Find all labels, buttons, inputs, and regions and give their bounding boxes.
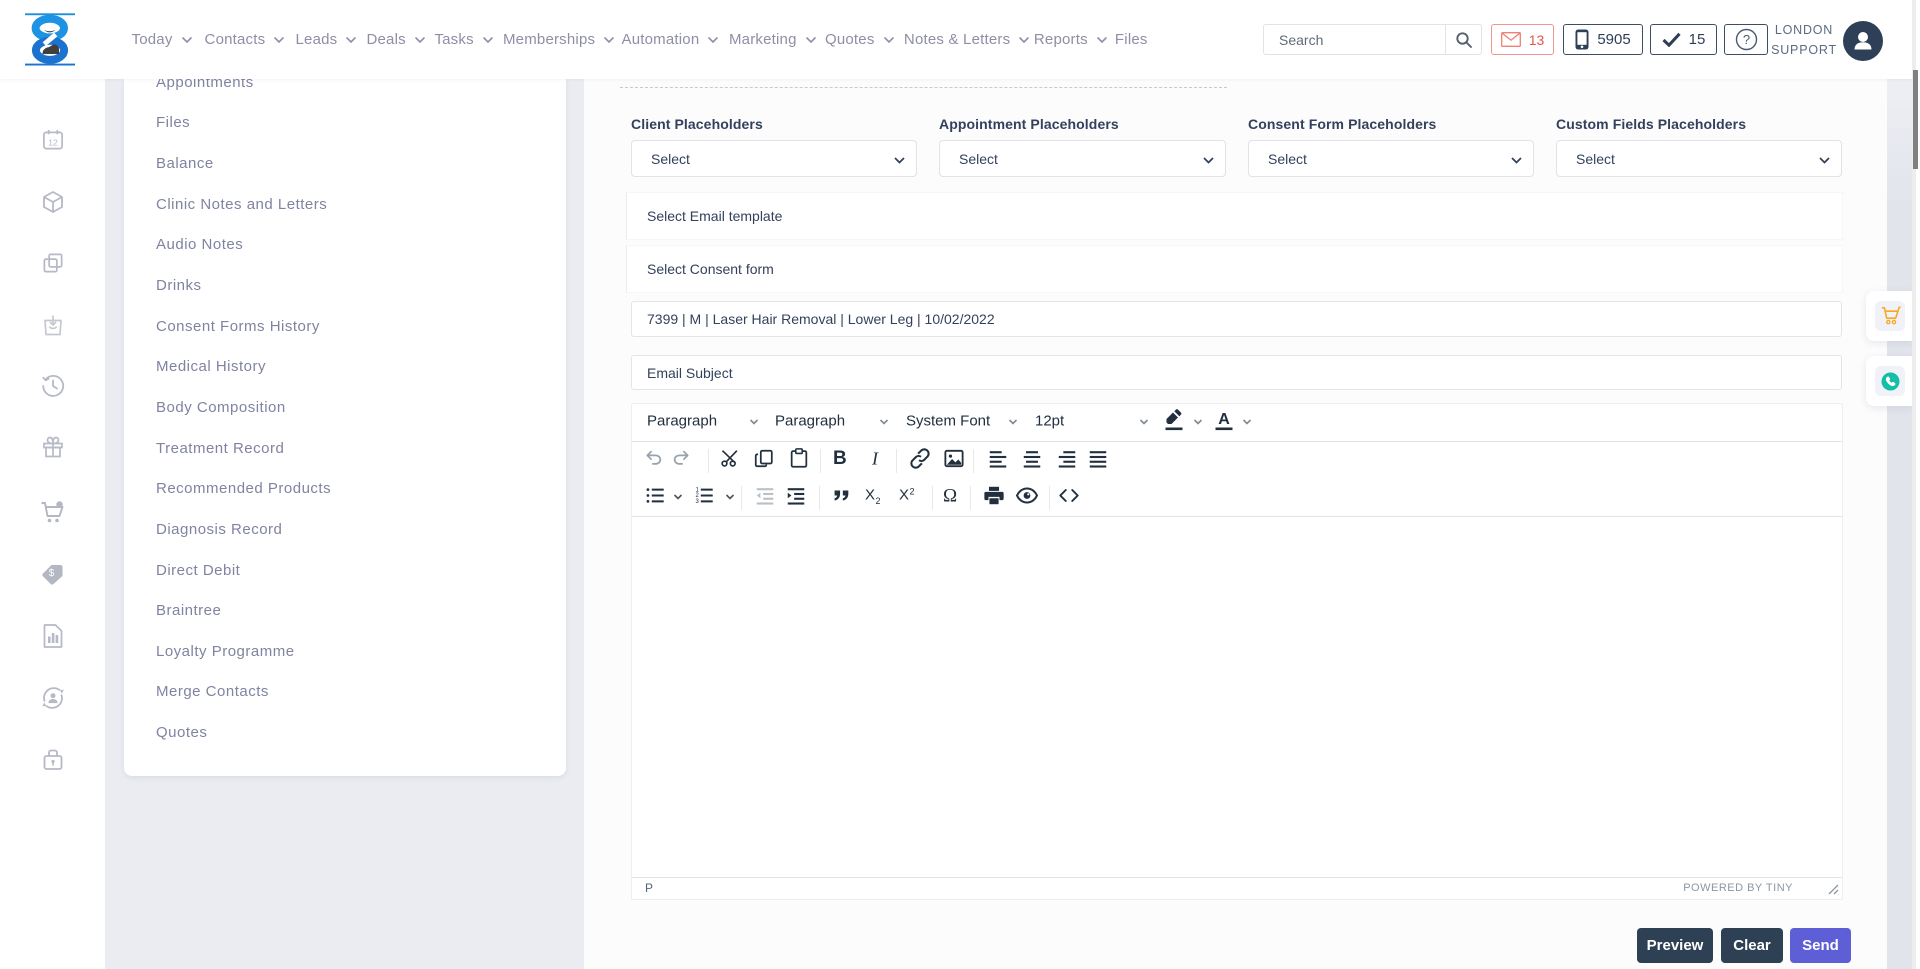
svg-text:2: 2 — [875, 496, 880, 506]
svg-text:2: 2 — [909, 486, 914, 496]
svg-text:3: 3 — [696, 499, 700, 505]
svg-text:X: X — [899, 486, 909, 503]
svg-text:$: $ — [49, 568, 55, 579]
svg-text:12: 12 — [48, 137, 58, 147]
svg-text:Ω: Ω — [943, 485, 957, 506]
svg-text:X: X — [865, 486, 875, 503]
svg-text:A: A — [1218, 411, 1230, 428]
svg-text:?: ? — [1742, 32, 1749, 47]
